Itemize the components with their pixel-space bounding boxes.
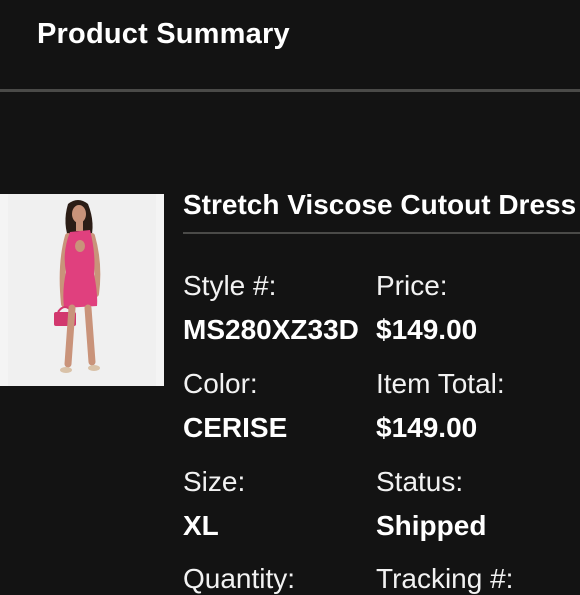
price-label: Price: — [376, 270, 448, 301]
status-value: Shipped — [376, 510, 487, 541]
product-photo-illustration — [0, 194, 164, 386]
price-value: $149.00 — [376, 314, 478, 345]
header-divider — [0, 89, 580, 92]
style-value: MS280XZ33D — [183, 314, 359, 345]
style-label: Style #: — [183, 270, 277, 301]
color-label: Color: — [183, 368, 258, 399]
page-title: Product Summary — [37, 18, 290, 50]
tracking-label: Tracking #: — [376, 563, 514, 594]
size-value: XL — [183, 510, 219, 541]
product-name[interactable]: Stretch Viscose Cutout Dress — [183, 189, 576, 221]
product-name-divider — [183, 232, 580, 234]
color-value: CERISE — [183, 412, 288, 443]
item-total-label: Item Total: — [376, 368, 505, 399]
status-label: Status: — [376, 466, 464, 497]
product-image[interactable] — [0, 194, 164, 386]
quantity-label: Quantity: — [183, 563, 296, 594]
page-header: Product Summary — [0, 0, 580, 90]
item-total-value: $149.00 — [376, 412, 478, 443]
size-label: Size: — [183, 466, 246, 497]
